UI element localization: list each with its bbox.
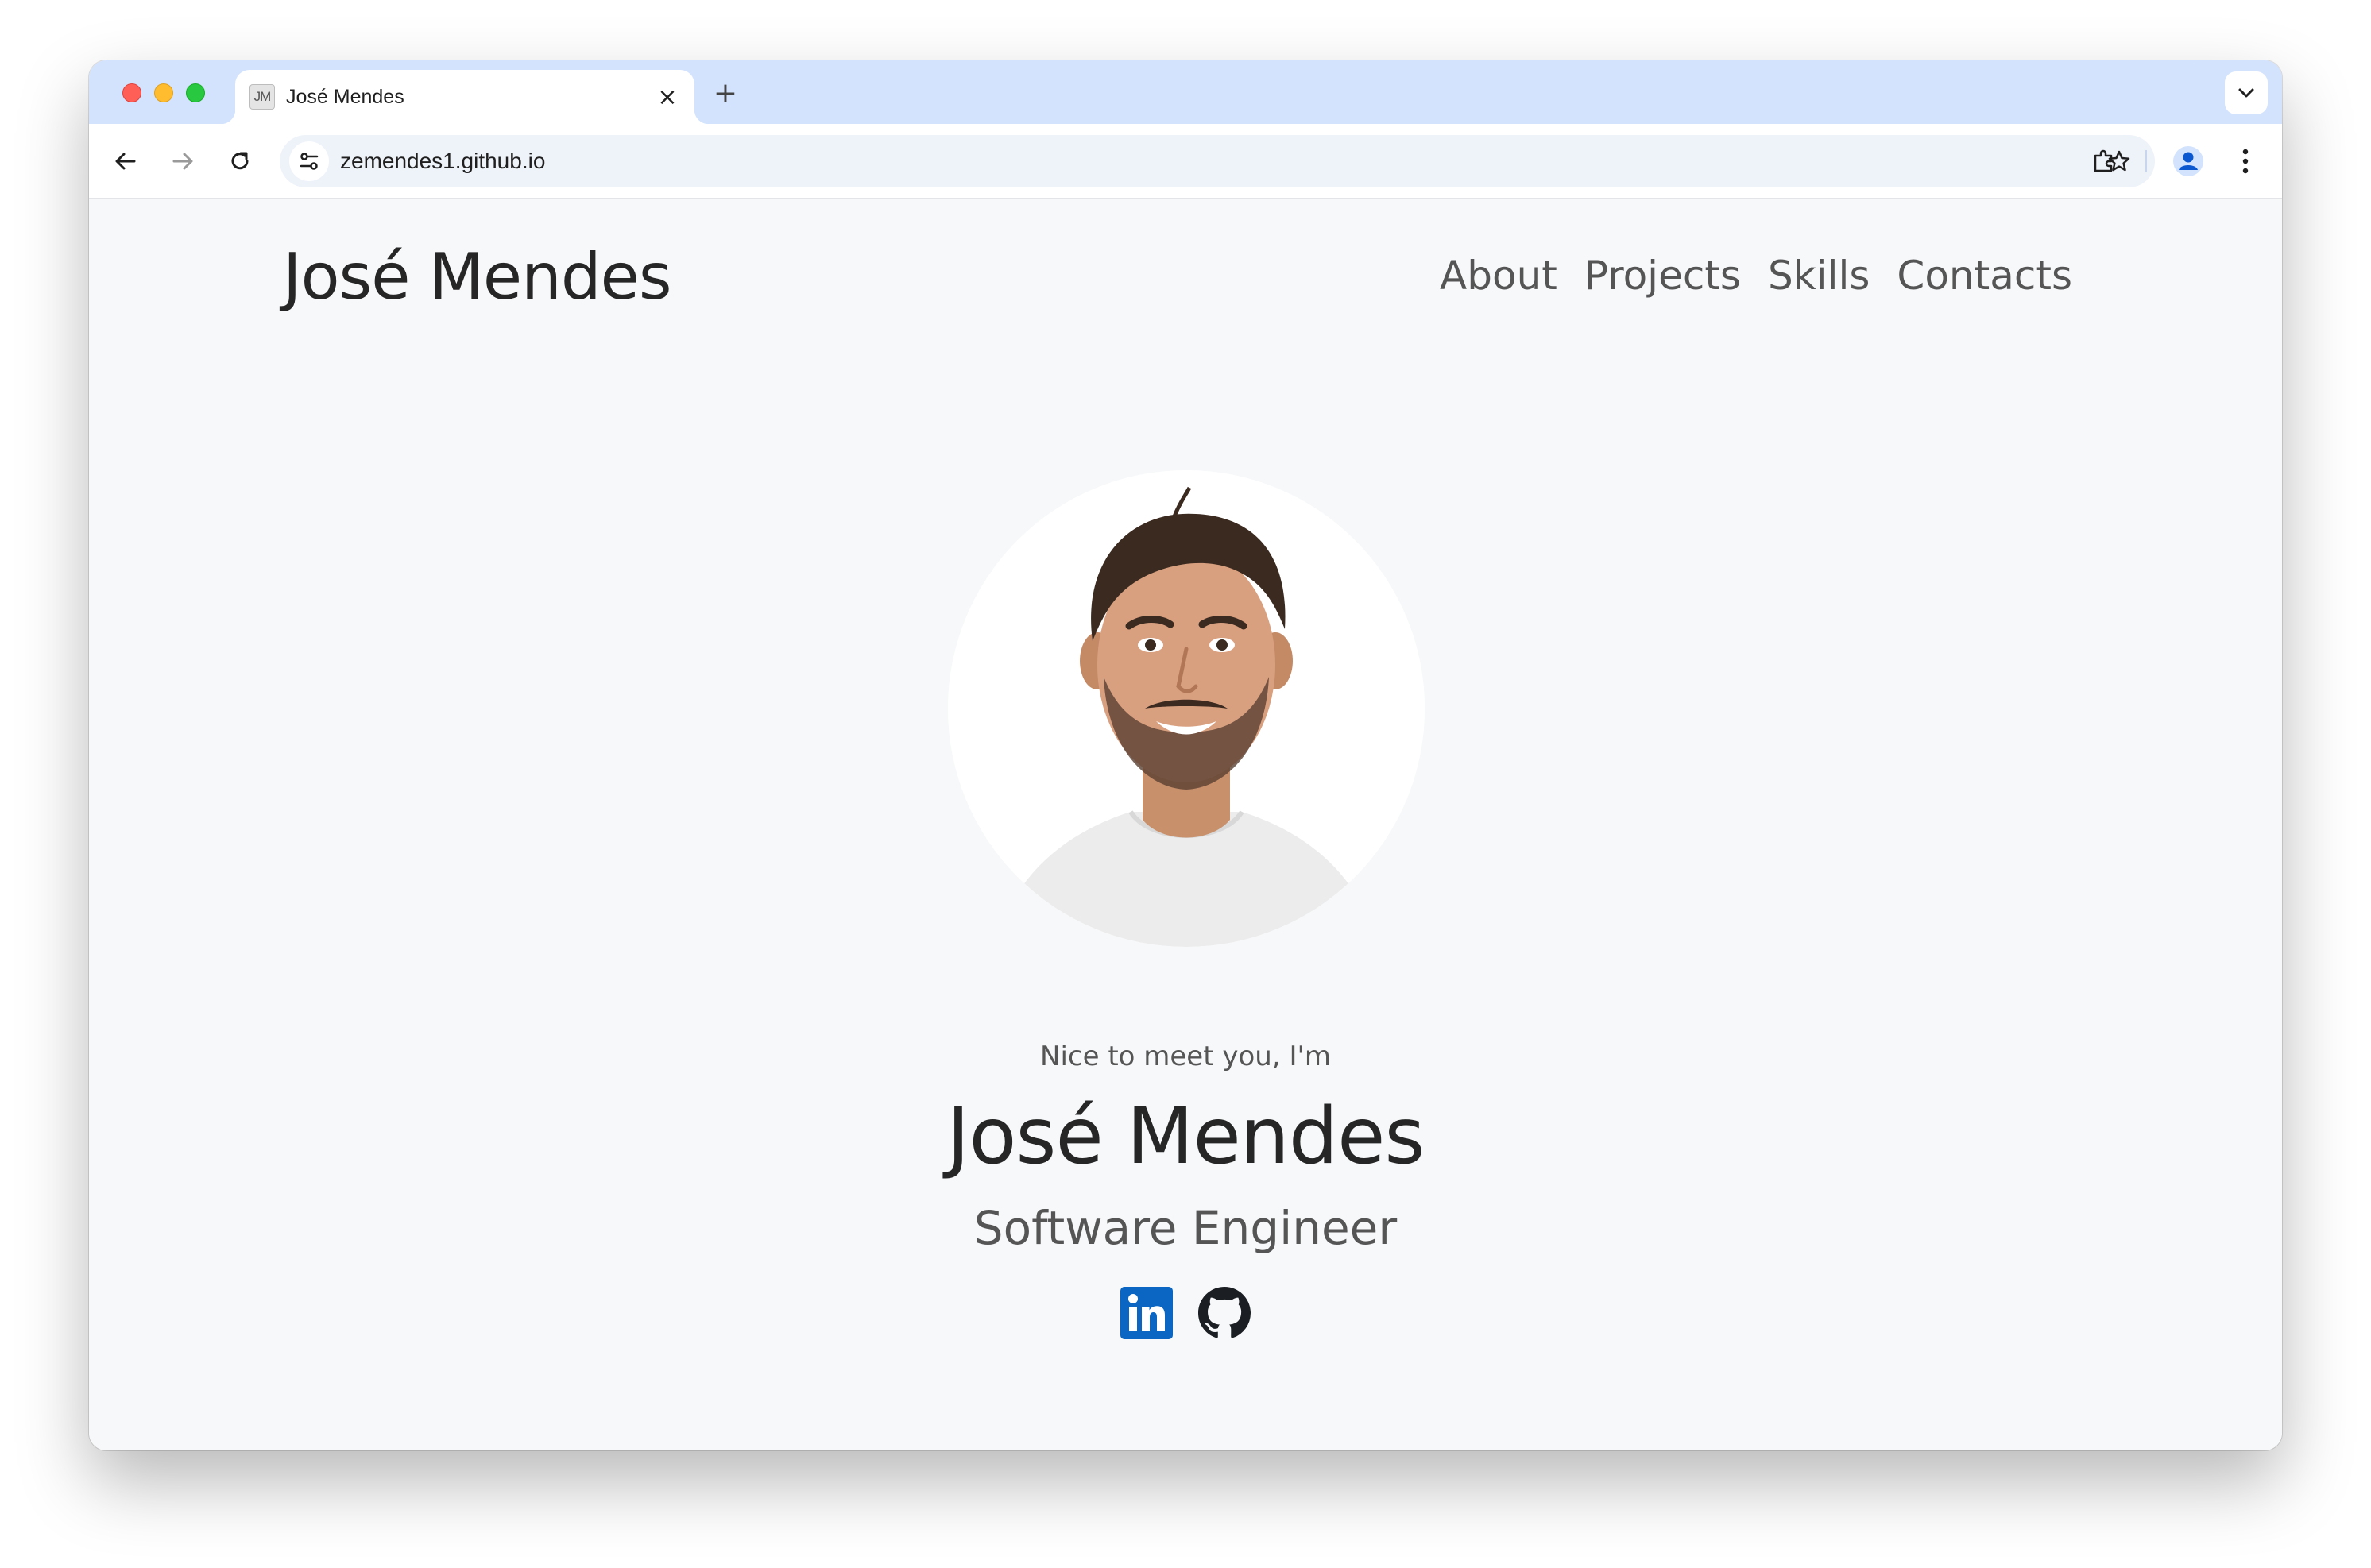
nav-about[interactable]: About [1440, 253, 1557, 299]
site-brand[interactable]: José Mendes [283, 240, 671, 314]
linkedin-link[interactable] [1120, 1287, 1173, 1339]
social-links [1120, 1287, 1251, 1339]
profile-photo [948, 470, 1425, 947]
reload-icon [231, 152, 249, 170]
hero-greeting: Nice to meet you, I'm [1040, 1041, 1331, 1072]
github-icon [1198, 1287, 1251, 1338]
site-info-button[interactable] [289, 141, 329, 181]
back-button[interactable] [106, 142, 145, 180]
github-link[interactable] [1198, 1287, 1251, 1339]
toolbar-divider [2145, 150, 2147, 172]
tune-icon [300, 153, 319, 170]
puzzle-icon [2094, 149, 2113, 172]
maximize-window-button[interactable] [186, 83, 205, 102]
close-tab-icon[interactable]: × [652, 81, 683, 113]
forward-button[interactable] [164, 142, 202, 180]
site-nav: About Projects Skills Contacts [1440, 253, 2072, 299]
browser-window: JM José Mendes × + zemendes1.github.io J… [89, 60, 2282, 1450]
favicon-icon: JM [249, 84, 275, 110]
tab-strip: JM José Mendes × + [89, 60, 2282, 124]
tab-title: José Mendes [286, 86, 404, 108]
hero-name: José Mendes [946, 1091, 1425, 1182]
close-window-button[interactable] [122, 83, 141, 102]
extensions-button[interactable] [2085, 142, 2123, 180]
new-tab-icon[interactable]: + [709, 76, 742, 110]
reload-button[interactable] [221, 142, 259, 180]
profile-button[interactable] [2169, 142, 2207, 180]
url-text[interactable]: zemendes1.github.io [340, 149, 545, 174]
chevron-down-icon [2238, 88, 2254, 98]
page-content: José Mendes About Projects Skills Contac… [89, 199, 2282, 1450]
portrait-illustration [948, 470, 1425, 947]
nav-skills[interactable]: Skills [1768, 253, 1870, 299]
arrow-right-icon [172, 153, 193, 170]
linkedin-icon [1120, 1287, 1173, 1339]
address-bar[interactable]: zemendes1.github.io [280, 135, 2155, 187]
arrow-left-icon [115, 153, 136, 170]
hero-role: Software Engineer [973, 1201, 1398, 1255]
kebab-menu-icon [2242, 149, 2249, 174]
nav-projects[interactable]: Projects [1584, 253, 1741, 299]
tab-jose-mendes[interactable]: JM José Mendes × [221, 70, 709, 124]
nav-contacts[interactable]: Contacts [1897, 253, 2072, 299]
avatar-icon [2173, 146, 2203, 176]
browser-toolbar: zemendes1.github.io [89, 124, 2282, 199]
tab-search-button[interactable] [2225, 71, 2268, 114]
menu-button[interactable] [2226, 142, 2265, 180]
minimize-window-button[interactable] [154, 83, 173, 102]
